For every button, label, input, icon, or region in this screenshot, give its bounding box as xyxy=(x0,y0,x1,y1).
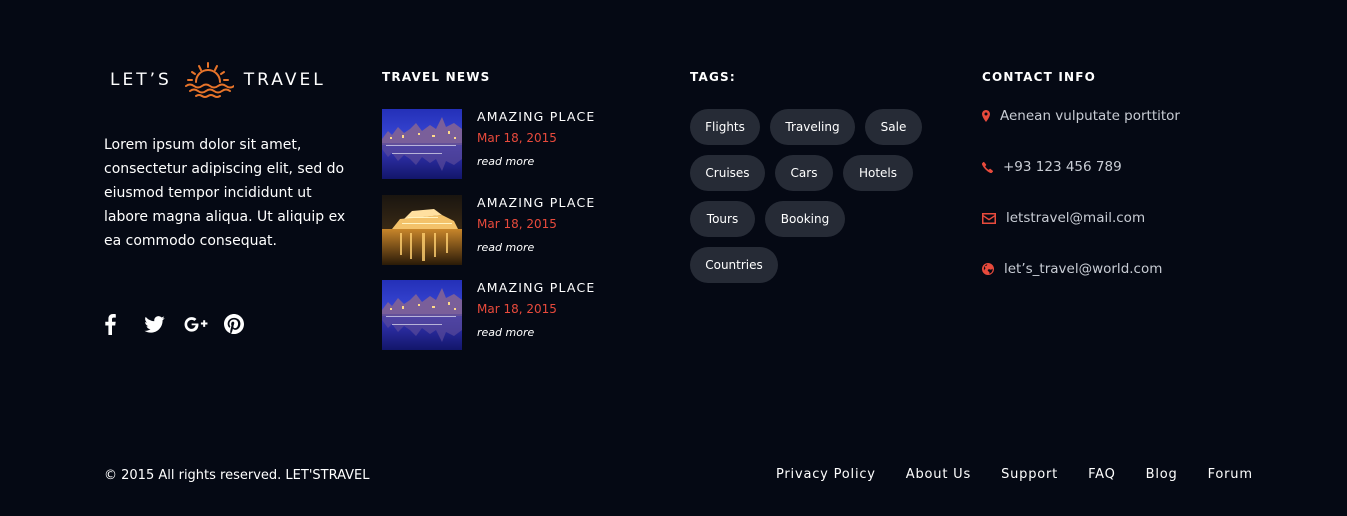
footer-link-about-us[interactable]: About Us xyxy=(906,467,971,482)
contact-website-text[interactable]: let’s_travel@world.com xyxy=(1004,261,1162,277)
copyright-text: © 2015 All rights reserved. LET'STRAVEL xyxy=(104,468,370,483)
footer-link-faq[interactable]: FAQ xyxy=(1088,467,1116,482)
globe-icon xyxy=(982,263,994,275)
news-thumbnail[interactable] xyxy=(382,109,462,179)
read-more-link[interactable]: read more xyxy=(477,326,534,339)
map-marker-icon xyxy=(982,110,990,122)
contact-address-text: Aenean vulputate porttitor xyxy=(1000,108,1180,124)
footer-link-forum[interactable]: Forum xyxy=(1208,467,1253,482)
footer-nav: Privacy Policy About Us Support FAQ Blog… xyxy=(776,467,1283,482)
tag-sale[interactable]: Sale xyxy=(865,109,922,145)
logo-word-right: TRAVEL xyxy=(243,70,326,90)
news-title[interactable]: AMAZING PLACE xyxy=(477,109,596,124)
twitter-icon[interactable] xyxy=(144,312,184,336)
news-date: Mar 18, 2015 xyxy=(477,302,557,316)
footer-link-support[interactable]: Support xyxy=(1001,467,1058,482)
contact-website[interactable]: let’s_travel@world.com xyxy=(982,261,1162,277)
tag-flights[interactable]: Flights xyxy=(690,109,760,145)
about-text: Lorem ipsum dolor sit amet, consectetur … xyxy=(104,137,346,249)
news-thumbnail[interactable] xyxy=(382,195,462,265)
tag-countries[interactable]: Countries xyxy=(690,247,778,283)
google-plus-icon[interactable] xyxy=(184,312,224,336)
contact-phone-text[interactable]: +93 123 456 789 xyxy=(1003,159,1122,175)
footer-logo[interactable]: LET’S TRAVEL xyxy=(110,60,326,100)
tag-traveling[interactable]: Traveling xyxy=(770,109,855,145)
tag-tours[interactable]: Tours xyxy=(690,201,755,237)
footer-link-blog[interactable]: Blog xyxy=(1146,467,1178,482)
pinterest-icon[interactable] xyxy=(224,312,264,336)
news-heading: TRAVEL NEWS xyxy=(382,70,491,84)
read-more-link[interactable]: read more xyxy=(477,155,534,168)
contact-phone[interactable]: +93 123 456 789 xyxy=(982,159,1122,175)
social-links xyxy=(104,312,264,336)
tag-cruises[interactable]: Cruises xyxy=(690,155,765,191)
news-item[interactable]: AMAZING PLACE Mar 18, 2015 read more xyxy=(382,109,622,179)
facebook-icon[interactable] xyxy=(104,312,144,336)
news-title[interactable]: AMAZING PLACE xyxy=(477,280,596,295)
phone-icon xyxy=(982,161,993,173)
footer-link-privacy-policy[interactable]: Privacy Policy xyxy=(776,467,876,482)
news-date: Mar 18, 2015 xyxy=(477,217,557,231)
news-item[interactable]: AMAZING PLACE Mar 18, 2015 read more xyxy=(382,195,622,265)
tag-hotels[interactable]: Hotels xyxy=(843,155,913,191)
logo-word-left: LET’S xyxy=(110,70,172,90)
contact-email-text[interactable]: letstravel@mail.com xyxy=(1006,210,1145,226)
tag-booking[interactable]: Booking xyxy=(765,201,845,237)
contact-address: Aenean vulputate porttitor xyxy=(982,108,1180,124)
tag-cars[interactable]: Cars xyxy=(775,155,833,191)
news-date: Mar 18, 2015 xyxy=(477,131,557,145)
tags-heading: TAGS: xyxy=(690,70,736,84)
contact-email[interactable]: letstravel@mail.com xyxy=(982,210,1145,226)
sun-waves-icon xyxy=(184,62,234,98)
envelope-icon xyxy=(982,212,996,224)
read-more-link[interactable]: read more xyxy=(477,241,534,254)
contact-heading: CONTACT INFO xyxy=(982,70,1097,84)
news-thumbnail[interactable] xyxy=(382,280,462,350)
news-title[interactable]: AMAZING PLACE xyxy=(477,195,596,210)
news-item[interactable]: AMAZING PLACE Mar 18, 2015 read more xyxy=(382,280,622,350)
